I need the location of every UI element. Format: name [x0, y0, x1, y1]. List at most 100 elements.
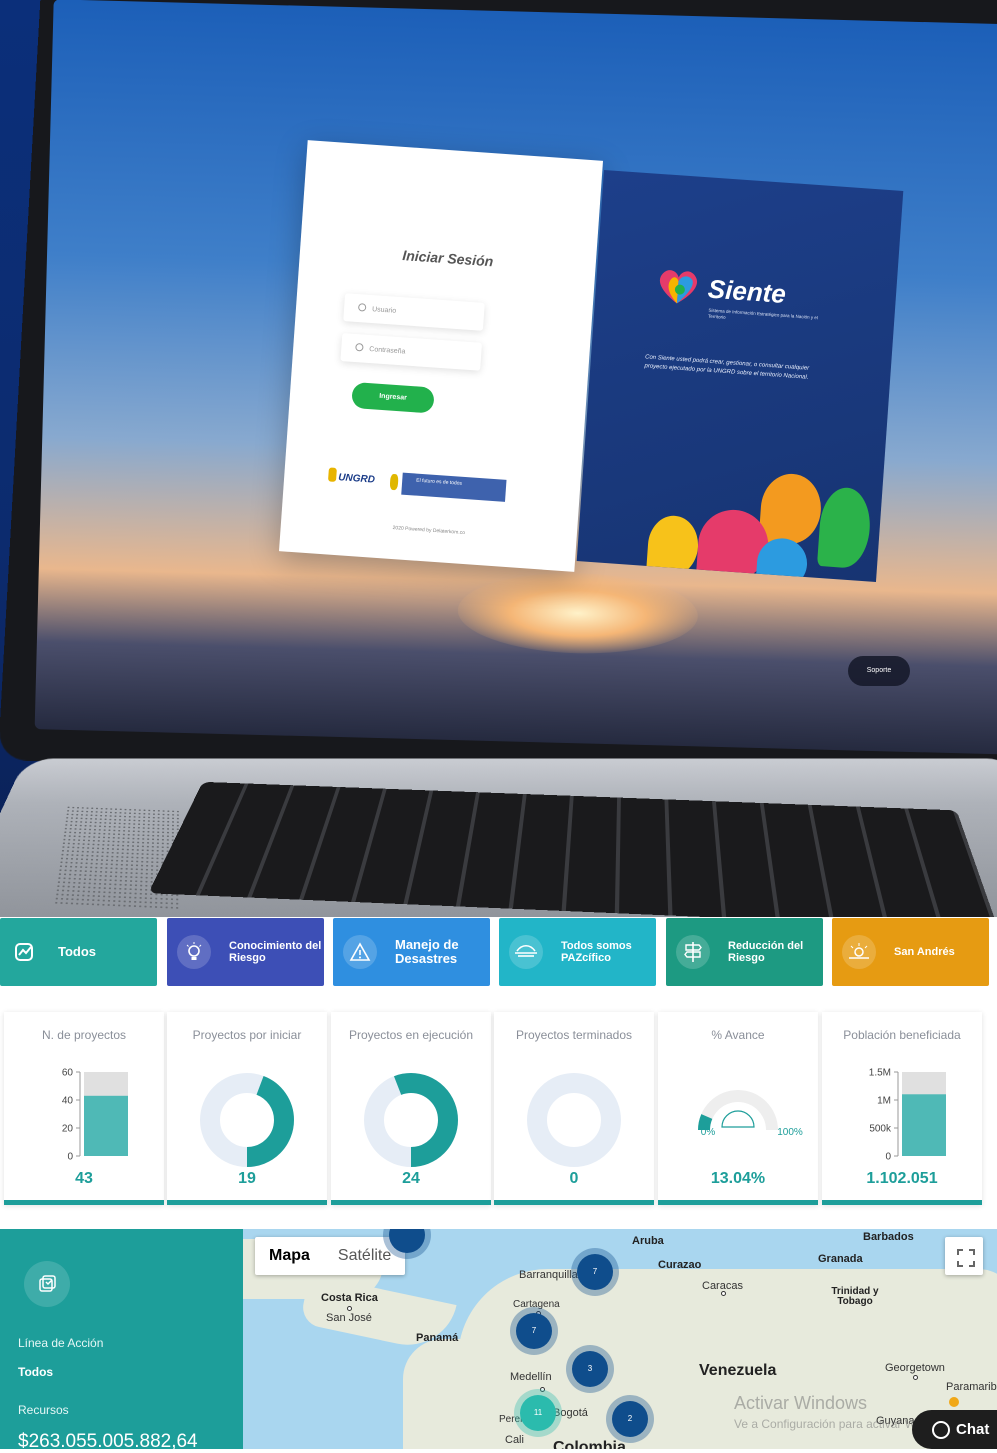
- username-field[interactable]: Usuario: [343, 293, 485, 331]
- brand-subtitle: Sistema de Información Estratégico para …: [707, 307, 818, 321]
- y-tick-label: 60: [62, 1068, 74, 1079]
- login-card: Iniciar Sesión Usuario Contraseña Ingres…: [278, 140, 604, 572]
- stat-value: 43: [75, 1170, 93, 1187]
- windows-watermark: Activar Windows: [734, 1393, 868, 1413]
- chart-icon: [10, 935, 40, 969]
- stat-underline: [167, 1200, 327, 1205]
- stat-underline: [4, 1200, 164, 1205]
- gauge-max-label: 100%: [777, 1127, 803, 1138]
- map-type-map[interactable]: Mapa: [255, 1237, 324, 1275]
- y-tick-label: 0: [885, 1152, 891, 1163]
- stat-value: 19: [238, 1170, 256, 1187]
- speedometer-icon: [721, 1110, 755, 1128]
- brand-description: Con Siente usted podrá crear, gestionar,…: [644, 354, 810, 381]
- to-start-donut-chart: [200, 1073, 294, 1167]
- progress-gauge-chart: 0% 100%: [698, 1090, 803, 1138]
- tab-label: San Andrés: [894, 946, 955, 958]
- map-label: Barbados: [863, 1231, 914, 1243]
- decor-blob: [816, 486, 873, 570]
- stat-card-projects: N. de proyectos 0 20 40 60 43: [4, 1012, 164, 1205]
- tab-pazcifico[interactable]: Todos somos PAZcífico: [499, 918, 656, 986]
- stat-value: 0: [569, 1170, 579, 1187]
- y-tick-label: 500k: [869, 1124, 892, 1135]
- tab-conocimiento-riesgo[interactable]: Conocimiento del Riesgo: [167, 918, 324, 986]
- tab-label: Reducción del Riesgo: [728, 940, 804, 964]
- stat-card-in-progress: Proyectos en ejecución 24: [331, 1012, 491, 1205]
- tab-label: Todos: [58, 944, 97, 959]
- map-cluster[interactable]: 7: [577, 1254, 613, 1290]
- island-icon: [842, 935, 876, 969]
- map-label: Paramaribo: [946, 1381, 997, 1393]
- action-line-label: Línea de Acción: [18, 1336, 104, 1350]
- decor-blob: [758, 471, 824, 546]
- support-button[interactable]: Soporte: [848, 656, 910, 686]
- brand-panel: Siente Sistema de Información Estratégic…: [576, 170, 904, 582]
- summary-sidebar: Línea de Acción Todos Recursos $263.055.…: [0, 1229, 243, 1452]
- user-icon: [357, 303, 367, 312]
- laptop-speaker: [53, 805, 181, 911]
- password-field[interactable]: Contraseña: [340, 333, 483, 371]
- signpost-icon: [676, 935, 710, 969]
- stat-card-progress: % Avance 0% 100% 13.04%: [658, 1012, 818, 1205]
- stat-card-finished: Proyectos terminados 0: [494, 1012, 654, 1205]
- map-label: Barranquilla: [519, 1269, 578, 1281]
- bar: [902, 1094, 946, 1156]
- map-label: Medellín: [510, 1371, 552, 1383]
- lock-icon: [355, 343, 364, 352]
- stat-underline: [822, 1200, 982, 1205]
- map-label: San José: [326, 1312, 372, 1324]
- ungrd-logo: UNGRD: [327, 467, 386, 493]
- map-label: Colombia: [553, 1439, 626, 1449]
- in-progress-donut-chart: [364, 1073, 458, 1167]
- fullscreen-button[interactable]: [945, 1237, 983, 1275]
- tab-san-andres[interactable]: San Andrés: [832, 918, 989, 986]
- land-colombia-west: [403, 1339, 503, 1449]
- donut-track: [527, 1073, 621, 1167]
- chat-bubble-icon: [932, 1420, 950, 1439]
- lightbulb-icon: [177, 935, 211, 969]
- population-bar-chart: 0 500k 1M 1.5M: [869, 1068, 946, 1163]
- powered-by: 2020 Powered by Delaterkom.co: [392, 525, 466, 537]
- chat-button[interactable]: Chat: [912, 1410, 997, 1449]
- y-tick-label: 1.5M: [869, 1068, 891, 1079]
- city-dot: [913, 1375, 918, 1380]
- stat-card-population: Población beneficiada 0 500k 1M 1.5M 1.102.…: [822, 1012, 982, 1205]
- tab-todos[interactable]: Todos: [0, 918, 157, 986]
- stat-underline: [658, 1200, 818, 1205]
- map-marker[interactable]: [949, 1397, 959, 1407]
- projects-map[interactable]: Mapa Satélite Aruba Curazao Barbados Gra…: [243, 1229, 997, 1449]
- map-cluster[interactable]: 2: [612, 1401, 648, 1437]
- stat-underline: [331, 1200, 491, 1205]
- finished-donut-chart: [527, 1073, 621, 1167]
- waves-icon: [509, 935, 543, 969]
- government-logo: El futuro es de todos: [401, 472, 507, 502]
- map-cluster[interactable]: 11: [520, 1395, 556, 1431]
- brand-name: Siente: [706, 273, 787, 309]
- map-cluster[interactable]: 7: [516, 1313, 552, 1349]
- category-tabs: Todos Conocimiento del Riesgo Manejo de …: [0, 918, 997, 986]
- hero-laptop-image: Iniciar Sesión Usuario Contraseña Ingres…: [0, 0, 997, 917]
- projects-bar-chart: 0 20 40 60: [62, 1068, 128, 1163]
- city-dot: [540, 1387, 545, 1392]
- tab-reduccion-riesgo[interactable]: Reducción del Riesgo: [666, 918, 823, 986]
- map-label: Costa Rica: [321, 1292, 378, 1304]
- tab-label: Manejo de Desastres: [395, 937, 459, 966]
- map-label: Panamá: [416, 1332, 459, 1344]
- stats-row: N. de proyectos 0 20 40 60 43 Proyectos por…: [0, 1012, 997, 1207]
- map-label: Bogotá: [553, 1407, 588, 1419]
- siente-heart-logo: [660, 270, 698, 304]
- map-cluster[interactable]: 3: [572, 1351, 608, 1387]
- tab-label: Conocimiento del Riesgo: [229, 940, 322, 964]
- y-tick-label: 0: [67, 1152, 73, 1163]
- resources-label: Recursos: [18, 1403, 69, 1417]
- map-label: Cartagena: [513, 1299, 560, 1310]
- password-placeholder: Contraseña: [369, 345, 406, 356]
- action-line-value: Todos: [18, 1365, 54, 1379]
- login-button[interactable]: Ingresar: [351, 381, 435, 414]
- stat-value: 1.102.051: [866, 1170, 938, 1187]
- tab-manejo-desastres[interactable]: Manejo de Desastres: [333, 918, 490, 986]
- map-label: Trinidad y Tobago: [831, 1286, 879, 1307]
- map-label: Cali: [505, 1434, 524, 1446]
- resources-value: $263.055.005.882,64: [18, 1431, 198, 1452]
- stat-value: 24: [402, 1170, 420, 1187]
